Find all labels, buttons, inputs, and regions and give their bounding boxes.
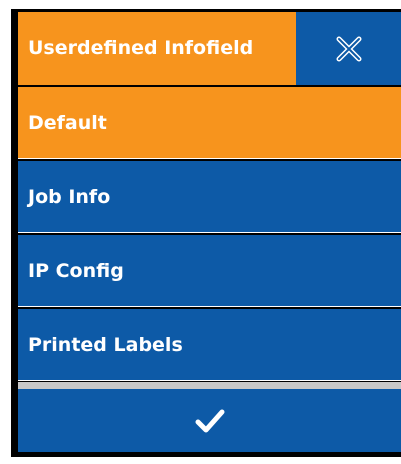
option-printed-labels[interactable]: Printed Labels xyxy=(18,309,401,381)
option-list: Default Job Info IP Config Printed Label… xyxy=(18,87,401,383)
close-x-icon xyxy=(336,36,361,61)
close-button[interactable] xyxy=(296,12,401,85)
dialog-title: Userdefined Infofield xyxy=(18,12,296,85)
checkmark-icon xyxy=(195,409,224,432)
option-default[interactable]: Default xyxy=(18,87,401,159)
confirm-button[interactable] xyxy=(18,389,401,452)
option-ip-config[interactable]: IP Config xyxy=(18,235,401,307)
footer-divider xyxy=(18,382,401,389)
dialog-header: Userdefined Infofield xyxy=(18,12,401,85)
option-job-info[interactable]: Job Info xyxy=(18,161,401,233)
